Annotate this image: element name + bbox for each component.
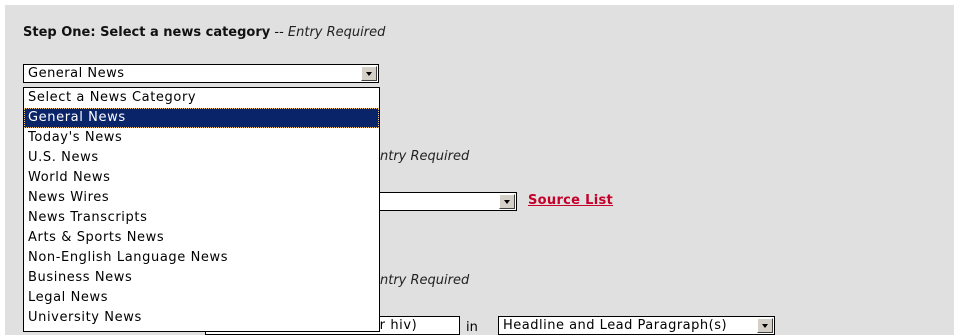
search-field-dropdown-button[interactable]	[757, 318, 773, 333]
dropdown-option[interactable]: Today's News	[24, 128, 379, 148]
step-one-heading: Step One: Select a news category -- Entr…	[23, 25, 385, 40]
chevron-down-icon	[762, 324, 768, 328]
news-category-select[interactable]: General News	[23, 64, 379, 83]
source-select[interactable]	[360, 192, 517, 211]
source-list-link[interactable]: Source List	[528, 193, 613, 208]
dropdown-option[interactable]: Arts & Sports News	[24, 228, 379, 248]
dropdown-option[interactable]: News Transcripts	[24, 208, 379, 228]
step-one-separator: --	[270, 25, 288, 40]
news-category-dropdown-list: Select a News Category General News Toda…	[23, 87, 380, 332]
dropdown-option[interactable]: News Wires	[24, 188, 379, 208]
search-field-selected-value: Headline and Lead Paragraph(s)	[503, 318, 728, 333]
chevron-down-icon	[366, 72, 372, 76]
step-one-title: Step One: Select a news category	[23, 25, 271, 40]
news-category-dropdown-button[interactable]	[361, 66, 377, 81]
news-category-selected-value: General News	[28, 66, 125, 81]
dropdown-option[interactable]: General News	[24, 108, 379, 128]
dropdown-option[interactable]: U.S. News	[24, 148, 379, 168]
dropdown-option[interactable]: Non-English Language News	[24, 248, 379, 268]
step-two-required-partial: ntry Required	[380, 149, 470, 164]
dropdown-option[interactable]: Legal News	[24, 288, 379, 308]
chevron-down-icon	[504, 200, 510, 204]
dropdown-option[interactable]: University News	[24, 308, 379, 328]
step-three-required-partial: ntry Required	[380, 273, 470, 288]
in-label: in	[466, 320, 478, 335]
dropdown-option[interactable]: Business News	[24, 268, 379, 288]
dropdown-option[interactable]: World News	[24, 168, 379, 188]
source-dropdown-button[interactable]	[499, 194, 515, 209]
step-one-required: Entry Required	[287, 25, 386, 40]
dropdown-option[interactable]: Select a News Category	[24, 88, 379, 108]
search-field-select[interactable]: Headline and Lead Paragraph(s)	[498, 316, 775, 335]
